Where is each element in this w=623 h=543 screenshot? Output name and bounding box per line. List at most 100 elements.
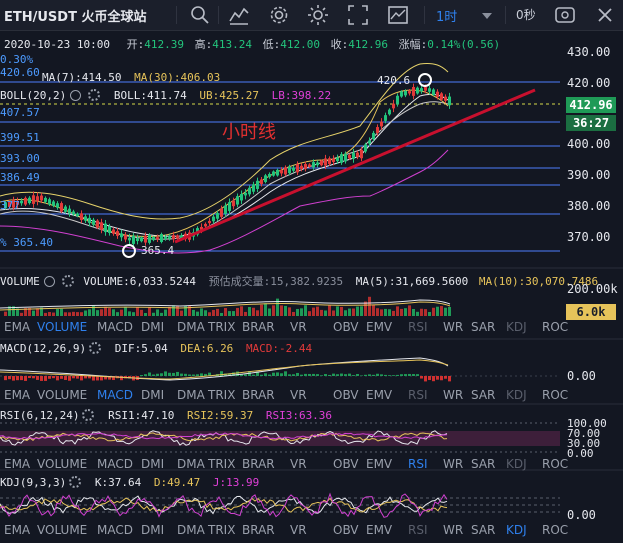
tab-brar[interactable]: BRAR	[242, 457, 275, 471]
volume-bar	[20, 312, 23, 316]
tab-volume[interactable]: VOLUME	[37, 523, 87, 537]
candle-body	[64, 206, 67, 212]
tab-brar[interactable]: BRAR	[242, 523, 275, 537]
tab-sar[interactable]: SAR	[471, 388, 495, 402]
volume-bar	[384, 308, 387, 316]
tab-roc[interactable]: ROC	[542, 523, 568, 537]
tab-trix[interactable]: TRIX	[208, 320, 235, 334]
tab-rsi[interactable]: RSI	[408, 457, 428, 471]
tab-vr[interactable]: VR	[290, 523, 307, 537]
estimated-volume: 预估成交量:15,382.9235	[208, 275, 344, 288]
tab-rsi[interactable]: RSI	[408, 388, 428, 402]
boll-legend: BOLL(20,2) BOLL:411.74 UB:425.27 LB:398.…	[0, 89, 331, 102]
tab-kdj[interactable]: KDJ	[506, 523, 527, 537]
trend-line[interactable]	[174, 88, 536, 244]
eye-icon[interactable]	[43, 275, 55, 287]
tab-dmi[interactable]: DMI	[141, 523, 164, 537]
high-marker[interactable]	[418, 73, 432, 87]
tab-vr[interactable]: VR	[290, 320, 307, 334]
volume-bar	[32, 310, 35, 316]
macd-bar	[388, 375, 391, 376]
tab-volume[interactable]: VOLUME	[37, 388, 87, 402]
tab-vr[interactable]: VR	[290, 388, 307, 402]
tab-obv[interactable]: OBV	[333, 457, 359, 471]
macd-bar	[164, 371, 167, 376]
tab-wr[interactable]: WR	[443, 320, 463, 334]
tab-sar[interactable]: SAR	[471, 320, 495, 334]
tab-macd[interactable]: MACD	[97, 523, 133, 537]
macd-bar	[308, 373, 311, 376]
tab-macd[interactable]: MACD	[97, 457, 133, 471]
volume-bar	[448, 306, 451, 316]
volume-bar	[352, 308, 355, 316]
tab-vr[interactable]: VR	[290, 457, 307, 471]
volume-bar	[272, 305, 275, 316]
tab-brar[interactable]: BRAR	[242, 388, 275, 402]
tab-dma[interactable]: DMA	[177, 388, 205, 402]
gear-icon[interactable]	[89, 342, 102, 354]
tab-wr[interactable]: WR	[443, 457, 463, 471]
gear-icon[interactable]	[61, 275, 74, 287]
candle-body	[156, 237, 159, 240]
tab-volume[interactable]: VOLUME	[37, 457, 87, 471]
tab-dma[interactable]: DMA	[177, 457, 205, 471]
macd-bar	[316, 374, 319, 376]
tab-rsi[interactable]: RSI	[408, 523, 428, 537]
tab-dmi[interactable]: DMI	[141, 320, 164, 334]
candlestick-series[interactable]	[4, 83, 451, 247]
tab-dma[interactable]: DMA	[177, 523, 205, 537]
tab-rsi[interactable]: RSI	[408, 320, 428, 334]
tab-obv[interactable]: OBV	[333, 388, 359, 402]
candle-body	[284, 167, 287, 175]
tab-macd[interactable]: MACD	[97, 388, 133, 402]
tab-kdj[interactable]: KDJ	[506, 320, 527, 334]
gear-icon[interactable]	[88, 89, 101, 101]
tab-volume[interactable]: VOLUME	[37, 320, 87, 334]
rsi-axis-tick: 0.00	[567, 447, 594, 460]
volume-bar	[424, 309, 427, 316]
tab-dmi[interactable]: DMI	[141, 388, 164, 402]
tab-ema[interactable]: EMA	[4, 457, 30, 471]
tab-dma[interactable]: DMA	[177, 320, 205, 334]
candle-body	[100, 222, 103, 230]
tab-kdj[interactable]: KDJ	[506, 388, 527, 402]
tab-trix[interactable]: TRIX	[208, 388, 235, 402]
tab-obv[interactable]: OBV	[333, 523, 359, 537]
volume-bar	[364, 301, 367, 316]
macd-bar	[348, 373, 351, 376]
volume-bar	[176, 305, 179, 316]
tab-wr[interactable]: WR	[443, 388, 463, 402]
eye-icon[interactable]	[70, 89, 82, 101]
tab-ema[interactable]: EMA	[4, 388, 30, 402]
tab-roc[interactable]: ROC	[542, 457, 568, 471]
candle-body	[56, 203, 59, 208]
macd-bar	[44, 376, 47, 381]
price-line-label: 386.49	[0, 171, 40, 184]
tab-wr[interactable]: WR	[443, 523, 463, 537]
tab-ema[interactable]: EMA	[4, 320, 30, 334]
tab-sar[interactable]: SAR	[471, 457, 495, 471]
tab-emv[interactable]: EMV	[366, 388, 392, 402]
last-price-tag: 412.96	[566, 97, 616, 113]
tab-brar[interactable]: BRAR	[242, 320, 275, 334]
tab-sar[interactable]: SAR	[471, 523, 495, 537]
tab-macd[interactable]: MACD	[97, 320, 133, 334]
tab-emv[interactable]: EMV	[366, 523, 392, 537]
tab-emv[interactable]: EMV	[366, 457, 392, 471]
gear-icon[interactable]	[69, 476, 82, 488]
tab-trix[interactable]: TRIX	[208, 457, 235, 471]
gear-icon[interactable]	[82, 409, 95, 421]
volume-bar	[116, 312, 119, 316]
tab-dmi[interactable]: DMI	[141, 457, 164, 471]
volume-bar	[432, 307, 435, 316]
tab-emv[interactable]: EMV	[366, 320, 392, 334]
tab-trix[interactable]: TRIX	[208, 523, 235, 537]
tab-ema[interactable]: EMA	[4, 523, 30, 537]
volume-bar	[120, 309, 123, 316]
note-label[interactable]: 小时线	[222, 118, 276, 144]
tab-roc[interactable]: ROC	[542, 320, 568, 334]
tab-obv[interactable]: OBV	[333, 320, 359, 334]
macd-bar	[268, 374, 271, 376]
tab-kdj[interactable]: KDJ	[506, 457, 527, 471]
tab-roc[interactable]: ROC	[542, 388, 568, 402]
